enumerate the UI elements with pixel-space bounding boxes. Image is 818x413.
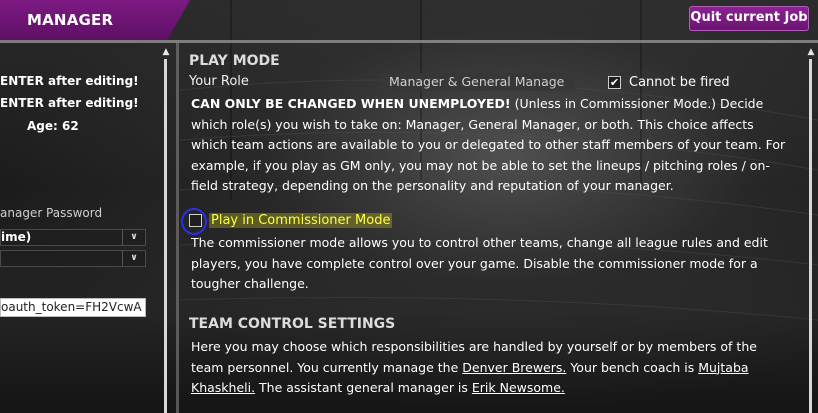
age-label: Age: 62 (27, 119, 79, 133)
team-control-title: TEAM CONTROL SETTINGS (189, 316, 396, 332)
panel-divider (176, 43, 179, 413)
commissioner-mode-label[interactable]: Play in Commissioner Mode (209, 213, 393, 228)
left-select-1-value: ime) (1, 230, 32, 244)
cannot-be-fired-checkbox[interactable]: ✔ (608, 76, 621, 89)
chevron-down-icon[interactable]: ∨ (122, 251, 145, 266)
team-control-text-3: The assistant general manager is (255, 380, 472, 395)
assistant-gm-link[interactable]: Erik Newsome. (472, 380, 565, 395)
scroll-up-icon[interactable]: ▲ (161, 47, 171, 57)
left-select-1[interactable]: ime) ∨ (0, 229, 146, 246)
left-panel: ENTER after editing! ENTER after editing… (0, 43, 175, 413)
left-scrollbar[interactable]: ▲ (161, 47, 171, 413)
team-control-description: Here you may choose which responsibiliti… (191, 337, 791, 399)
main-scrollbar-track[interactable] (809, 59, 812, 413)
main-panel: PLAY MODE Your Role Manager & General Ma… (181, 43, 818, 413)
main-scrollbar[interactable]: ▲ (806, 47, 816, 413)
oauth-token-input[interactable]: oauth_token=FH2VcwA (0, 298, 146, 317)
team-control-text-2: Your bench coach is (566, 359, 699, 375)
left-scrollbar-track[interactable] (164, 59, 167, 413)
left-select-2[interactable]: ∨ (0, 250, 146, 267)
password-label: anager Password (0, 206, 103, 220)
commissioner-description: The commissioner mode allows you to cont… (191, 235, 768, 291)
your-role-label: Your Role (189, 74, 249, 89)
scroll-up-icon[interactable]: ▲ (806, 47, 816, 57)
manager-options-tab: MANAGER OPTIONS (0, 0, 190, 40)
team-link[interactable]: Denver Brewers. (462, 360, 566, 375)
role-warning: CAN ONLY BE CHANGED WHEN UNEMPLOYED! (191, 96, 511, 111)
role-description: CAN ONLY BE CHANGED WHEN UNEMPLOYED! (Un… (191, 94, 791, 197)
quit-current-job-button[interactable]: Quit current Job (689, 6, 809, 31)
left-hint-1: ENTER after editing! (0, 74, 139, 88)
commissioner-mode-checkbox[interactable] (189, 214, 202, 227)
commissioner-mode-text: Play in Commissioner Mode (209, 213, 393, 228)
play-mode-title: PLAY MODE (189, 53, 280, 69)
checkmark-icon: ✔ (609, 76, 620, 89)
left-hint-2: ENTER after editing! (0, 96, 139, 110)
cannot-be-fired-label: Cannot be fired (629, 75, 730, 90)
role-select[interactable]: Manager & General Manage (381, 73, 575, 91)
chevron-down-icon[interactable]: ∨ (122, 230, 145, 245)
